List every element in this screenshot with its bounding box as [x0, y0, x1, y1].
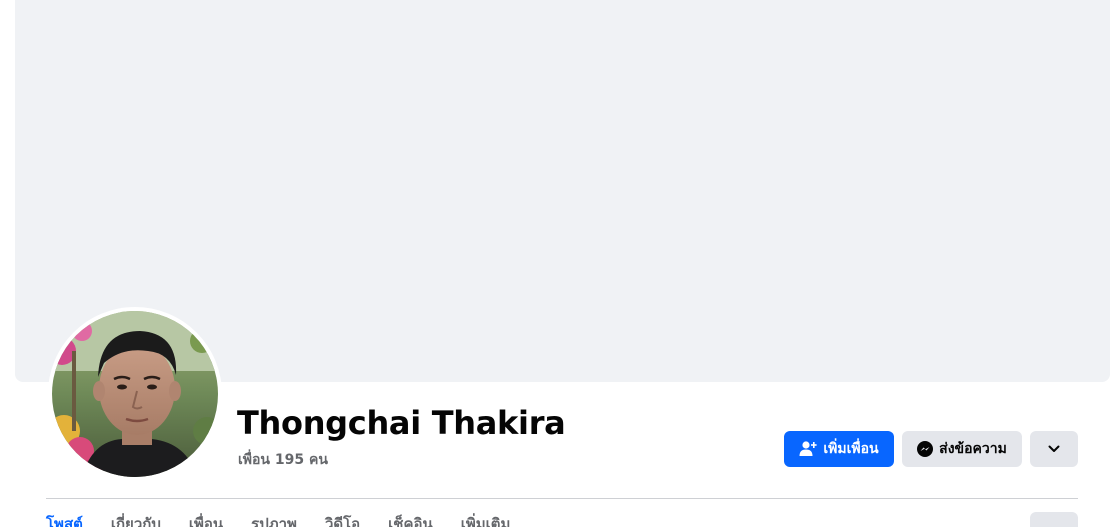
tab-friends[interactable]: เพื่อน — [189, 512, 223, 527]
message-button[interactable]: ส่งข้อความ — [902, 431, 1022, 467]
tab-posts[interactable]: โพสต์ — [46, 512, 83, 527]
message-label: ส่งข้อความ — [939, 441, 1007, 457]
more-options-button[interactable] — [1030, 431, 1078, 467]
add-friend-button[interactable]: เพิ่มเพื่อน — [784, 431, 894, 467]
tab-about[interactable]: เกี่ยวกับ — [111, 512, 161, 527]
tabs-overflow-button[interactable] — [1030, 512, 1078, 527]
person-plus-icon — [799, 440, 817, 458]
messenger-icon — [917, 441, 934, 457]
profile-name: Thongchai Thakira — [237, 404, 566, 442]
header-divider — [46, 498, 1078, 499]
tab-more[interactable]: เพิ่มเติม — [461, 512, 511, 527]
chevron-down-icon — [1047, 442, 1061, 456]
profile-photo-image — [52, 311, 218, 477]
add-friend-label: เพิ่มเพื่อน — [823, 441, 879, 457]
tab-photos[interactable]: รูปภาพ — [251, 512, 297, 527]
tab-checkins[interactable]: เช็คอิน — [388, 512, 433, 527]
profile-picture[interactable] — [52, 311, 218, 477]
profile-page: Thongchai Thakira เพื่อน 195 คน เพิ่มเพื… — [0, 0, 1118, 527]
friends-count[interactable]: เพื่อน 195 คน — [238, 449, 328, 471]
profile-picture-frame[interactable] — [48, 307, 222, 481]
tab-videos[interactable]: วิดีโอ — [325, 512, 360, 527]
profile-tabs: โพสต์ เกี่ยวกับ เพื่อน รูปภาพ วิดีโอ เช็… — [46, 512, 1026, 527]
